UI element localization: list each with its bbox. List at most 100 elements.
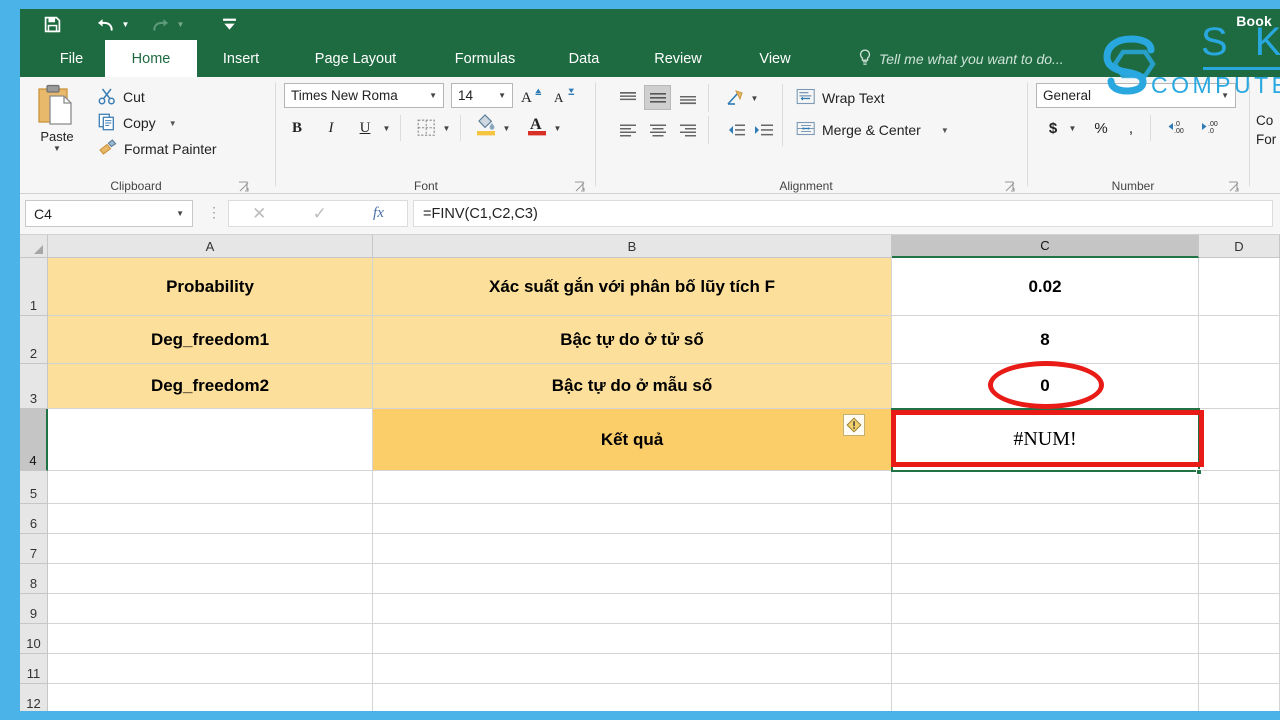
fill-color-button[interactable] [473, 111, 499, 137]
row-header-2[interactable]: 2 [20, 316, 48, 364]
paste-button[interactable]: Paste ▼ [26, 83, 88, 169]
tab-review[interactable]: Review [624, 40, 732, 77]
row-header-3[interactable]: 3 [20, 364, 48, 409]
font-dialog-launcher[interactable] [574, 180, 586, 192]
row-header-7[interactable]: 7 [20, 534, 48, 564]
cell-a7[interactable] [48, 534, 373, 564]
row-header-1[interactable]: 1 [20, 258, 48, 316]
borders-button[interactable] [413, 115, 439, 141]
cancel-icon[interactable]: ✕ [252, 204, 266, 224]
merge-center-button[interactable]: Merge & Center ▼ [796, 117, 949, 143]
tab-view[interactable]: View [732, 40, 818, 77]
cell-d11[interactable] [1199, 654, 1280, 684]
undo-dropdown-icon[interactable]: ▼ [119, 11, 132, 39]
column-header-a[interactable]: A [48, 235, 373, 258]
align-left-button[interactable] [614, 117, 641, 142]
cell-b9[interactable] [373, 594, 892, 624]
cell-b2[interactable]: Bậc tự do ở tử số [373, 316, 892, 364]
font-color-dropdown-icon[interactable]: ▼ [551, 115, 564, 141]
cell-b10[interactable] [373, 624, 892, 654]
number-format-dropdown-icon[interactable]: ▼ [1221, 91, 1233, 100]
cell-b12[interactable] [373, 684, 892, 711]
cell-d5[interactable] [1199, 471, 1280, 504]
cell-d1[interactable] [1199, 258, 1280, 316]
cell-c12[interactable] [892, 684, 1199, 711]
copy-dropdown-icon[interactable]: ▼ [169, 119, 177, 128]
cell-d9[interactable] [1199, 594, 1280, 624]
column-header-d[interactable]: D [1199, 235, 1280, 258]
cell-a5[interactable] [48, 471, 373, 504]
row-header-10[interactable]: 10 [20, 624, 48, 654]
cell-d2[interactable] [1199, 316, 1280, 364]
column-header-b[interactable]: B [373, 235, 892, 258]
increase-font-size-button[interactable]: A [519, 83, 545, 108]
cell-c11[interactable] [892, 654, 1199, 684]
cell-c9[interactable] [892, 594, 1199, 624]
tab-formulas[interactable]: Formulas [426, 40, 544, 77]
paste-dropdown-icon[interactable]: ▼ [53, 145, 61, 153]
cell-b4[interactable]: Kết quả [373, 409, 892, 471]
cell-b1[interactable]: Xác suất gắn với phân bố lũy tích F [373, 258, 892, 316]
align-top-button[interactable] [614, 85, 641, 110]
align-bottom-button[interactable] [674, 85, 701, 110]
error-warning-icon[interactable] [843, 414, 865, 436]
tab-file[interactable]: File [38, 40, 105, 77]
font-name-dropdown-icon[interactable]: ▼ [429, 91, 441, 100]
cell-a9[interactable] [48, 594, 373, 624]
cell-c4[interactable]: #NUM! [892, 409, 1199, 471]
font-size-combo[interactable]: 14 ▼ [451, 83, 513, 108]
cell-c1[interactable]: 0.02 [892, 258, 1199, 316]
tab-page-layout[interactable]: Page Layout [285, 40, 426, 77]
cell-d7[interactable] [1199, 534, 1280, 564]
align-right-button[interactable] [674, 117, 701, 142]
row-header-6[interactable]: 6 [20, 504, 48, 534]
cell-b6[interactable] [373, 504, 892, 534]
cell-a12[interactable] [48, 684, 373, 711]
increase-indent-button[interactable] [750, 117, 777, 142]
borders-dropdown-icon[interactable]: ▼ [440, 115, 453, 141]
cell-d6[interactable] [1199, 504, 1280, 534]
cell-c7[interactable] [892, 534, 1199, 564]
cell-d3[interactable] [1199, 364, 1280, 409]
percent-style-button[interactable]: % [1090, 115, 1112, 141]
cell-c10[interactable] [892, 624, 1199, 654]
wrap-text-button[interactable]: Wrap Text [796, 85, 885, 111]
conditional-formatting-button[interactable]: Co For [1256, 111, 1276, 149]
cell-c8[interactable] [892, 564, 1199, 594]
number-format-combo[interactable]: General ▼ [1036, 83, 1236, 108]
accounting-dropdown-icon[interactable]: ▼ [1066, 115, 1079, 141]
row-header-8[interactable]: 8 [20, 564, 48, 594]
cell-a6[interactable] [48, 504, 373, 534]
fill-color-dropdown-icon[interactable]: ▼ [500, 115, 513, 141]
merge-center-dropdown-icon[interactable]: ▼ [941, 126, 949, 135]
cell-c5[interactable] [892, 471, 1199, 504]
cell-b11[interactable] [373, 654, 892, 684]
save-icon[interactable] [38, 11, 66, 39]
cell-b3[interactable]: Bậc tự do ở mẫu số [373, 364, 892, 409]
align-middle-button[interactable] [644, 85, 671, 110]
cell-d12[interactable] [1199, 684, 1280, 711]
cell-d8[interactable] [1199, 564, 1280, 594]
clipboard-dialog-launcher[interactable] [238, 180, 250, 192]
underline-button[interactable]: U [352, 115, 378, 141]
font-size-dropdown-icon[interactable]: ▼ [498, 91, 510, 100]
cell-d4[interactable] [1199, 409, 1280, 471]
underline-dropdown-icon[interactable]: ▼ [380, 115, 393, 141]
tab-data[interactable]: Data [544, 40, 624, 77]
cell-d10[interactable] [1199, 624, 1280, 654]
align-center-button[interactable] [644, 117, 671, 142]
column-header-c[interactable]: C [892, 235, 1199, 258]
cell-a10[interactable] [48, 624, 373, 654]
italic-button[interactable]: I [318, 115, 344, 141]
row-header-4[interactable]: 4 [20, 409, 48, 471]
confirm-icon[interactable]: ✓ [313, 204, 327, 224]
row-header-12[interactable]: 12 [20, 684, 48, 711]
cell-c6[interactable] [892, 504, 1199, 534]
decrease-decimal-button[interactable]: .00 .0 [1196, 115, 1226, 141]
bold-button[interactable]: B [284, 115, 310, 141]
select-all-corner[interactable] [20, 235, 48, 258]
tab-home[interactable]: Home [105, 40, 197, 77]
name-box-dropdown-icon[interactable]: ▼ [176, 209, 188, 218]
cell-a2[interactable]: Deg_freedom1 [48, 316, 373, 364]
accounting-format-button[interactable]: $ [1042, 115, 1064, 141]
